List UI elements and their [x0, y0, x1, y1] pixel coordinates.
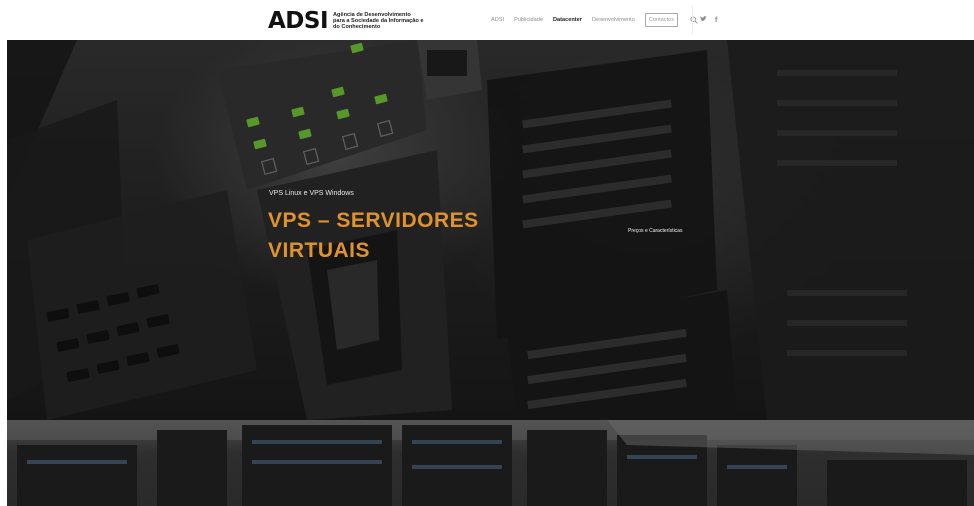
datacenter-strip [7, 420, 974, 506]
logo-tagline-line: Agência de Desenvolvimento [333, 11, 411, 18]
hero-banner: VPS Linux e VPS Windows VPS – SERVIDORES… [7, 40, 974, 420]
logo[interactable]: ADSI Agência de Desenvolvimento para a S… [268, 8, 423, 34]
main-nav: ADSI Publicidade Datacenter Desenvolvime… [491, 0, 714, 40]
hero-title: VPS – SERVIDORES VIRTUAIS [268, 209, 479, 262]
site-header: ADSI Agência de Desenvolvimento para a S… [0, 0, 974, 40]
social-links: f [700, 0, 725, 40]
logo-tagline-line: do Conhecimento [333, 24, 381, 31]
datacenter-image [7, 420, 974, 506]
nav-item-contactos[interactable]: Contactos [644, 13, 679, 27]
nav-item-datacenter[interactable]: Datacenter [553, 17, 582, 23]
nav-item-publicidade[interactable]: Publicidade [514, 17, 543, 23]
nav-item-adsi[interactable]: ADSI [491, 17, 504, 23]
header-divider [692, 6, 693, 34]
nav-item-desenvolvimento[interactable]: Desenvolvimento [592, 17, 635, 23]
hero-subtitle: VPS Linux e VPS Windows [269, 190, 354, 197]
logo-tagline: Agência de Desenvolvimento para a Socied… [333, 11, 423, 31]
pricing-link[interactable]: Preços e Características [628, 228, 682, 234]
logo-mark: ADSI [268, 8, 329, 34]
twitter-icon[interactable] [700, 16, 707, 24]
facebook-icon[interactable]: f [715, 17, 717, 24]
